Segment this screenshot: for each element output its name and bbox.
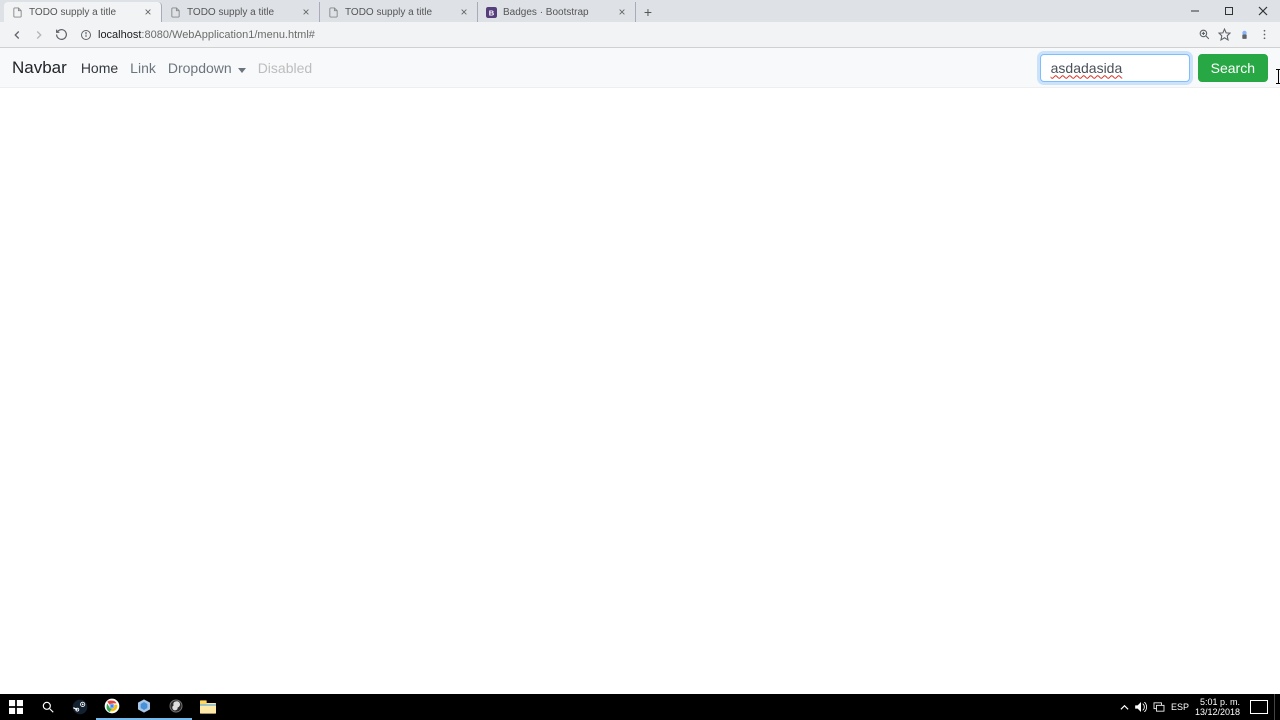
url-host: localhost bbox=[98, 29, 141, 41]
dropdown-label: Dropdown bbox=[168, 60, 232, 76]
site-info-icon[interactable] bbox=[78, 27, 94, 43]
browser-tab-1[interactable]: TODO supply a title × bbox=[162, 2, 320, 22]
nav-item-home[interactable]: Home bbox=[81, 60, 118, 76]
nav-item-dropdown[interactable]: Dropdown bbox=[168, 60, 246, 76]
url-port: :8080 bbox=[141, 29, 169, 41]
taskbar: ESP 5:01 p. m. 13/12/2018 bbox=[0, 694, 1280, 720]
taskbar-left bbox=[0, 694, 224, 720]
tabs-container: TODO supply a title × TODO supply a titl… bbox=[0, 0, 660, 22]
taskbar-time: 5:01 p. m. bbox=[1195, 697, 1240, 707]
navbar-brand[interactable]: Navbar bbox=[12, 58, 67, 78]
tab-title: TODO supply a title bbox=[187, 7, 301, 18]
search-taskbar-button[interactable] bbox=[32, 694, 64, 720]
close-icon[interactable]: × bbox=[301, 7, 311, 17]
page-icon bbox=[328, 7, 339, 18]
search-input-wrap: asdadasida bbox=[1040, 54, 1190, 82]
chevron-down-icon bbox=[238, 60, 246, 76]
taskbar-clock[interactable]: 5:01 p. m. 13/12/2018 bbox=[1195, 697, 1240, 717]
browser-tab-strip: TODO supply a title × TODO supply a titl… bbox=[0, 0, 1280, 22]
minimize-button[interactable] bbox=[1178, 0, 1212, 22]
taskbar-date: 13/12/2018 bbox=[1195, 707, 1240, 717]
tab-title: TODO supply a title bbox=[345, 7, 459, 18]
close-icon[interactable]: × bbox=[459, 7, 469, 17]
close-icon[interactable]: × bbox=[617, 7, 627, 17]
maximize-button[interactable] bbox=[1212, 0, 1246, 22]
page-icon bbox=[12, 7, 23, 18]
tab-title: Badges · Bootstrap bbox=[503, 7, 617, 18]
tab-title: TODO supply a title bbox=[29, 7, 143, 18]
forward-button[interactable] bbox=[28, 24, 50, 46]
obs-icon[interactable] bbox=[160, 694, 192, 720]
show-desktop-button[interactable] bbox=[1274, 694, 1278, 720]
taskbar-right: ESP 5:01 p. m. 13/12/2018 bbox=[1120, 694, 1280, 720]
reload-button[interactable] bbox=[50, 24, 72, 46]
browser-tab-3[interactable]: B Badges · Bootstrap × bbox=[478, 2, 636, 22]
tray-chevron-up-icon[interactable] bbox=[1120, 703, 1129, 712]
bootstrap-icon: B bbox=[486, 7, 497, 18]
search-input-value: asdadasida bbox=[1051, 60, 1123, 76]
close-icon[interactable]: × bbox=[143, 7, 153, 17]
page-navbar: Navbar Home Link Dropdown Disabled asdad… bbox=[0, 48, 1280, 88]
browser-tab-0[interactable]: TODO supply a title × bbox=[4, 2, 162, 22]
star-icon[interactable] bbox=[1214, 25, 1234, 45]
start-button[interactable] bbox=[0, 694, 32, 720]
netbeans-icon[interactable] bbox=[128, 694, 160, 720]
search-button[interactable]: Search bbox=[1198, 54, 1268, 82]
chrome-taskbar-icon[interactable] bbox=[96, 694, 128, 720]
back-button[interactable] bbox=[6, 24, 28, 46]
extension-icon[interactable] bbox=[1234, 25, 1254, 45]
volume-icon[interactable] bbox=[1135, 702, 1147, 712]
address-text: localhost:8080/WebApplication1/menu.html… bbox=[98, 29, 1188, 41]
file-explorer-icon[interactable] bbox=[192, 694, 224, 720]
address-bar[interactable]: localhost:8080/WebApplication1/menu.html… bbox=[78, 27, 1188, 43]
system-tray[interactable]: ESP bbox=[1120, 702, 1189, 712]
menu-icon[interactable] bbox=[1254, 25, 1274, 45]
network-icon[interactable] bbox=[1153, 702, 1165, 712]
svg-text:B: B bbox=[489, 8, 495, 17]
notifications-icon[interactable] bbox=[1250, 700, 1268, 714]
nav-item-disabled: Disabled bbox=[258, 60, 312, 76]
new-tab-button[interactable]: + bbox=[636, 2, 660, 22]
steam-icon[interactable] bbox=[64, 694, 96, 720]
browser-toolbar: localhost:8080/WebApplication1/menu.html… bbox=[0, 22, 1280, 48]
nav-item-link[interactable]: Link bbox=[130, 60, 156, 76]
keyboard-lang[interactable]: ESP bbox=[1171, 702, 1189, 712]
browser-tab-2[interactable]: TODO supply a title × bbox=[320, 2, 478, 22]
page-icon bbox=[170, 7, 181, 18]
zoom-icon[interactable] bbox=[1194, 25, 1214, 45]
search-input[interactable]: asdadasida bbox=[1040, 54, 1190, 82]
url-path: /WebApplication1/menu.html# bbox=[169, 29, 315, 41]
window-controls bbox=[1178, 0, 1280, 22]
close-window-button[interactable] bbox=[1246, 0, 1280, 22]
navbar-nav: Home Link Dropdown Disabled bbox=[81, 60, 324, 76]
